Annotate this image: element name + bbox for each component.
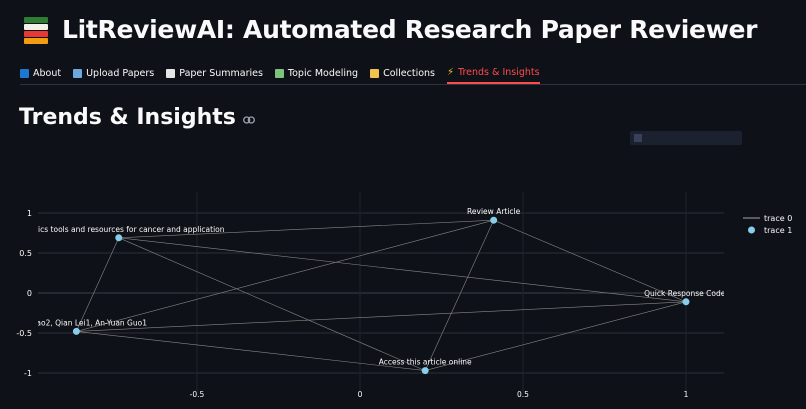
node-label: Access this article online bbox=[379, 358, 472, 367]
y-tick-label: 1 bbox=[27, 209, 32, 218]
graph-node-marker bbox=[421, 367, 429, 375]
node-label: formatics tools and resources for cancer… bbox=[13, 225, 225, 234]
graph-node-marker bbox=[490, 216, 498, 224]
x-tick-label: 0 bbox=[358, 390, 363, 399]
graph-node-marker bbox=[682, 298, 690, 306]
legend-trace1-label: trace 1 bbox=[764, 226, 792, 235]
y-tick-label: -0.5 bbox=[16, 329, 32, 338]
graph-edge bbox=[118, 237, 687, 303]
graph-edge bbox=[76, 331, 426, 371]
y-tick-label: 0 bbox=[27, 289, 32, 298]
legend-trace1-swatch bbox=[748, 226, 755, 234]
network-graph-chart: -1 -0.5 0 0.5 1 -0.5 0 0.5 1 Review Article format… bbox=[6, 192, 792, 399]
edges-group bbox=[76, 219, 687, 371]
node-label: Review Article bbox=[467, 207, 521, 216]
graph-node-marker bbox=[115, 234, 123, 242]
graph-node-marker bbox=[72, 327, 80, 335]
graph-edge bbox=[118, 237, 426, 371]
legend-trace0-label: trace 0 bbox=[764, 214, 792, 223]
node-labels-group: Review Article formatics tools and resour… bbox=[6, 207, 728, 367]
x-tick-label: 1 bbox=[684, 390, 689, 399]
graph-edge bbox=[76, 301, 687, 332]
node-label: Lingzi Mao2, Qian Lei1, An-Yuan Guo1 bbox=[6, 318, 147, 327]
x-tick-label: -0.5 bbox=[190, 390, 205, 399]
x-tick-label: 0.5 bbox=[517, 390, 529, 399]
graph-edge bbox=[424, 220, 494, 371]
y-tick-label: 0.5 bbox=[19, 249, 32, 258]
node-label: Quick Response Code: bbox=[644, 289, 728, 298]
y-tick-label: -1 bbox=[24, 369, 32, 378]
graph-edge bbox=[76, 237, 120, 332]
